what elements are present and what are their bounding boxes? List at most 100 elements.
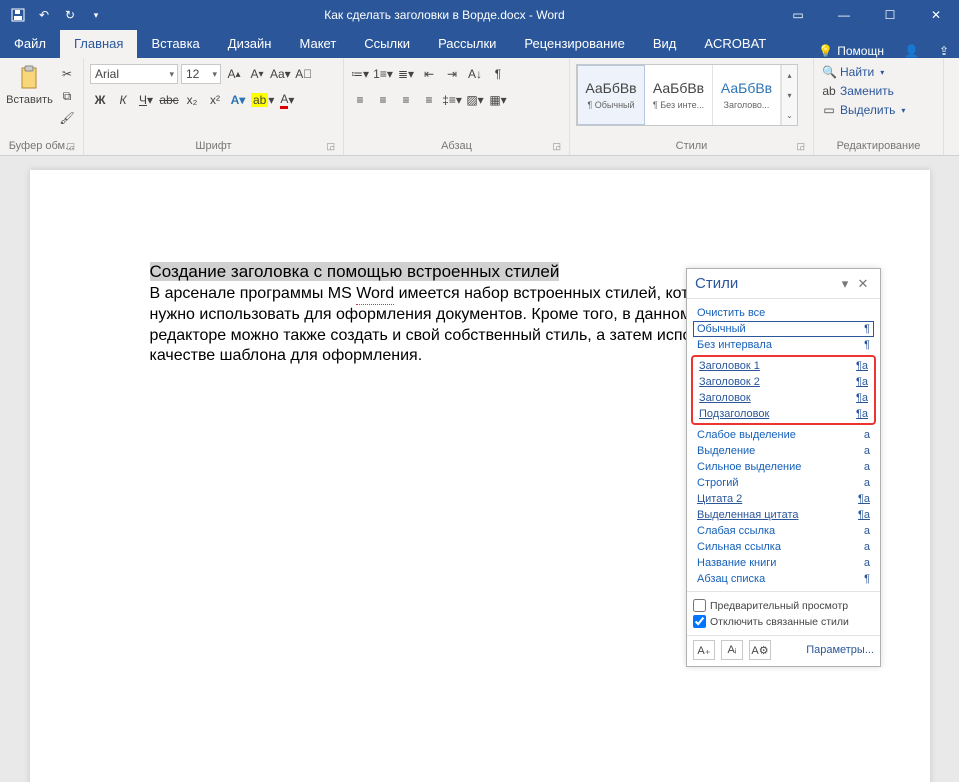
text-effects-icon[interactable]: A▾ [228,90,248,110]
tab-layout[interactable]: Макет [285,30,350,58]
strikethrough-icon[interactable]: abc [159,90,179,110]
highlight-icon[interactable]: ab▾ [251,90,274,110]
styles-options-link[interactable]: Параметры... [777,644,874,656]
superscript-icon[interactable]: x² [205,90,225,110]
shading-icon[interactable]: ▨▾ [465,90,485,110]
font-color-icon[interactable]: A▾ [277,90,297,110]
font-name-select[interactable]: Arial [90,64,178,84]
undo-icon[interactable]: ↶ [34,5,54,25]
paste-button[interactable]: Вставить [6,60,53,106]
account-icon[interactable]: 👤 [894,44,929,58]
style-entry[interactable]: Без интервала¶ [693,337,874,353]
style-entry[interactable]: Обычный¶ [693,321,874,337]
style-entry[interactable]: Цитата 2¶a [693,491,874,507]
group-editing: 🔍Найти▾ abЗаменить ▭Выделить▾ Редактиров… [814,58,944,155]
group-label: Стили◲ [576,138,807,155]
clear-formatting-icon[interactable]: A⃠ [294,64,314,84]
styles-pane-title: Стили [695,275,836,292]
style-inspector-icon[interactable]: Aᵢ [721,640,743,660]
align-center-icon[interactable]: ≡ [373,90,393,110]
line-spacing-icon[interactable]: ‡≡▾ [442,90,462,110]
tab-mailings[interactable]: Рассылки [424,30,510,58]
new-style-icon[interactable]: A₊ [693,640,715,660]
doc-heading[interactable]: Создание заголовка с помощью встроенных … [150,262,560,281]
tab-review[interactable]: Рецензирование [510,30,638,58]
find-button[interactable]: 🔍Найти▾ [820,64,886,80]
styles-gallery: АаБбВв¶ Обычный АаБбВв¶ Без инте... АаБб… [576,64,798,126]
style-entry[interactable]: Слабая ссылкаa [693,523,874,539]
dialog-launcher-icon[interactable]: ◲ [326,141,335,152]
cut-icon[interactable]: ✂ [57,64,77,84]
style-entry[interactable]: Абзац списка¶ [693,571,874,587]
format-painter-icon[interactable]: 🖌 [57,108,77,128]
bullets-icon[interactable]: ≔▾ [350,64,370,84]
style-heading[interactable]: АаБбВвЗаголово... [713,65,781,125]
multilevel-icon[interactable]: ≣▾ [396,64,416,84]
style-normal[interactable]: АаБбВв¶ Обычный [577,65,645,125]
indent-icon[interactable]: ⇥ [442,64,462,84]
numbering-icon[interactable]: 1≡▾ [373,64,393,84]
ribbon-display-icon[interactable]: ▭ [775,0,821,30]
style-entry[interactable]: Строгийa [693,475,874,491]
tab-view[interactable]: Вид [639,30,691,58]
grow-font-icon[interactable]: A▴ [224,64,244,84]
disable-linked-checkbox[interactable]: Отключить связанные стили [693,615,874,628]
tell-me[interactable]: 💡Помощн [808,44,894,58]
style-entry[interactable]: Заголовок¶a [695,390,872,406]
style-entry[interactable]: Сильное выделениеa [693,459,874,475]
replace-button[interactable]: abЗаменить [820,83,896,99]
style-entry[interactable]: Слабое выделениеa [693,427,874,443]
outdent-icon[interactable]: ⇤ [419,64,439,84]
pane-options-icon[interactable]: ▾ [836,276,854,292]
maximize-button[interactable]: ☐ [867,0,913,30]
shrink-font-icon[interactable]: A▾ [247,64,267,84]
minimize-button[interactable]: — [821,0,867,30]
preview-checkbox[interactable]: Предварительный просмотр [693,599,874,612]
bold-icon[interactable]: Ж [90,90,110,110]
style-clear-all[interactable]: Очистить все [693,305,874,321]
style-entry[interactable]: Сильная ссылкаa [693,539,874,555]
copy-icon[interactable]: ⧉ [57,86,77,106]
dialog-launcher-icon[interactable]: ◲ [66,141,75,152]
justify-icon[interactable]: ≡ [419,90,439,110]
dialog-launcher-icon[interactable]: ◲ [796,141,805,152]
manage-styles-icon[interactable]: A⚙ [749,640,771,660]
style-entry[interactable]: Заголовок 1¶a [695,358,872,374]
style-entry[interactable]: Выделениеa [693,443,874,459]
close-button[interactable]: ✕ [913,0,959,30]
quick-access-toolbar: ↶ ↻ ▾ [0,5,114,25]
group-label: Абзац◲ [350,138,563,155]
pane-close-icon[interactable]: ✕ [854,276,872,292]
style-nospacing[interactable]: АаБбВв¶ Без инте... [645,65,713,125]
styles-more[interactable]: ▴▾⌄ [781,65,797,125]
style-entry[interactable]: Название книгиa [693,555,874,571]
redo-icon[interactable]: ↻ [60,5,80,25]
group-label: Редактирование [820,138,937,155]
share-icon[interactable]: ⇪ [929,44,959,58]
save-icon[interactable] [8,5,28,25]
qat-more-icon[interactable]: ▾ [86,5,106,25]
tab-acrobat[interactable]: ACROBAT [690,30,780,58]
align-right-icon[interactable]: ≡ [396,90,416,110]
font-size-select[interactable]: 12 [181,64,221,84]
underline-icon[interactable]: Ч▾ [136,90,156,110]
tab-home[interactable]: Главная [60,30,137,58]
dialog-launcher-icon[interactable]: ◲ [552,141,561,152]
style-entry[interactable]: Выделенная цитата¶a [693,507,874,523]
borders-icon[interactable]: ▦▾ [488,90,508,110]
change-case-icon[interactable]: Aa▾ [270,64,291,84]
tab-file[interactable]: Файл [0,30,60,58]
subscript-icon[interactable]: x₂ [182,90,202,110]
tab-insert[interactable]: Вставка [137,30,213,58]
tab-references[interactable]: Ссылки [350,30,424,58]
style-entry[interactable]: Заголовок 2¶a [695,374,872,390]
italic-icon[interactable]: К [113,90,133,110]
tab-design[interactable]: Дизайн [214,30,286,58]
select-button[interactable]: ▭Выделить▾ [820,102,907,118]
sort-icon[interactable]: A↓ [465,64,485,84]
style-entry[interactable]: Подзаголовок¶a [695,406,872,422]
show-marks-icon[interactable]: ¶ [488,64,508,84]
ribbon: Вставить ✂ ⧉ 🖌 Буфер обм...◲ Arial 12 A▴… [0,58,959,156]
spellcheck-underline[interactable]: Word [356,284,394,305]
align-left-icon[interactable]: ≡ [350,90,370,110]
